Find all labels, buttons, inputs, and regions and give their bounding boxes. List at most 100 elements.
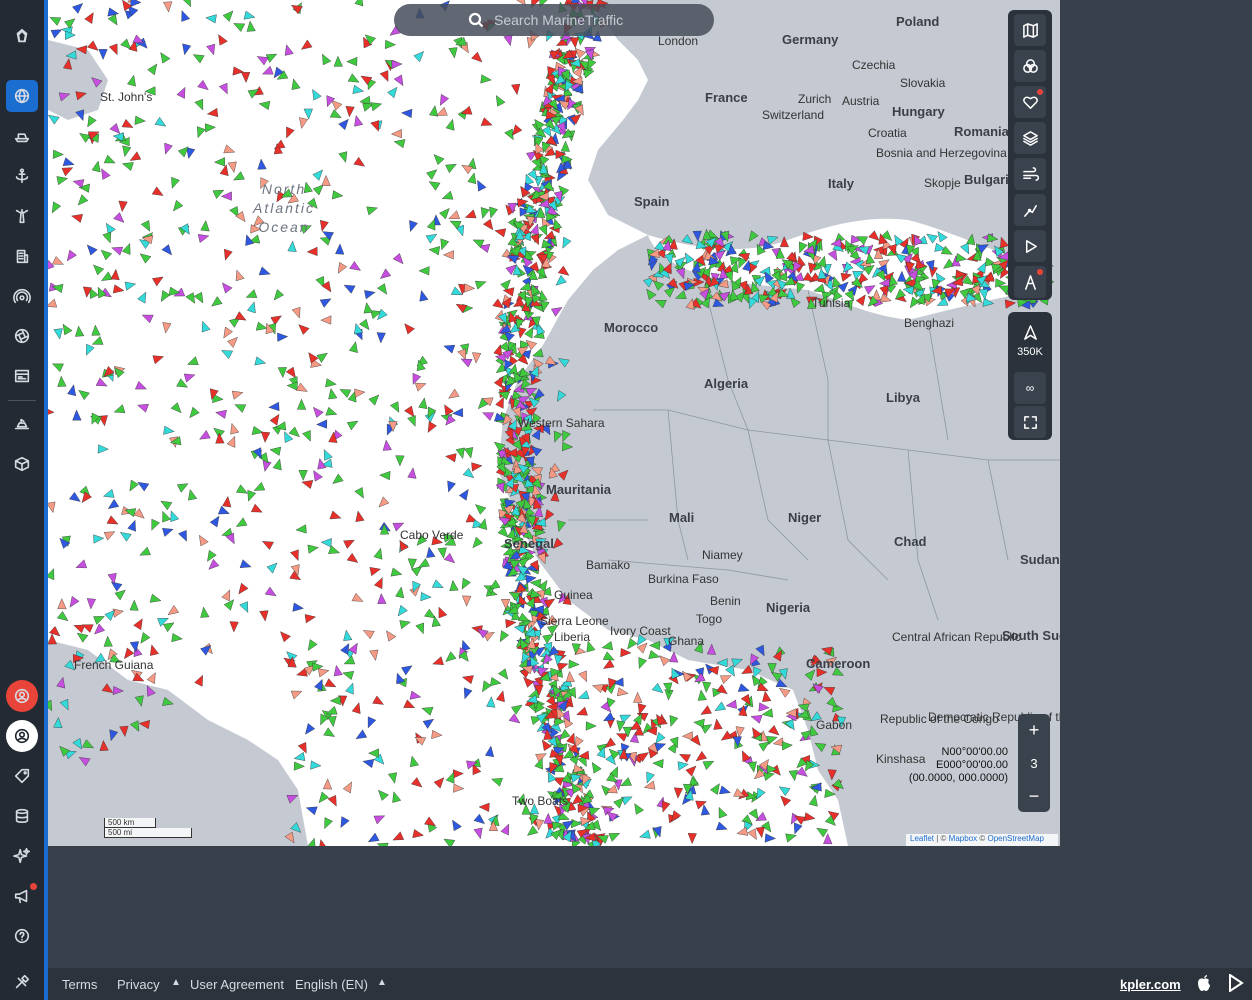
footer: Terms Privacy ▲ User Agreement English (… <box>48 968 1252 1000</box>
map-label-hungary: Hungary <box>892 104 945 119</box>
coord-decimal: (00.0000, 000.0000) <box>908 772 1008 784</box>
map-label-switzerland: Switzerland <box>762 108 825 122</box>
chevron-up-icon[interactable]: ▲ <box>377 977 387 988</box>
logo-icon[interactable] <box>6 20 38 52</box>
aperture-icon[interactable] <box>6 320 38 352</box>
privacy-link[interactable]: Privacy <box>117 977 160 992</box>
notification-dot <box>30 883 37 890</box>
map-label-chad: Chad <box>894 534 927 549</box>
account-icon[interactable] <box>6 720 38 752</box>
tag-icon[interactable] <box>6 760 38 792</box>
map-label-ivory-coast: Ivory Coast <box>610 624 671 638</box>
weather-button[interactable] <box>1014 158 1046 190</box>
measure-button[interactable] <box>1014 194 1046 226</box>
map-controls-panel <box>1008 10 1052 300</box>
map-label-croatia: Croatia <box>868 126 907 140</box>
coord-lat: N00°00'00.00 <box>941 746 1008 758</box>
vessel-arrow-icon <box>1023 324 1037 340</box>
map-label-cameroon: Cameroon <box>806 656 871 671</box>
layers-button[interactable] <box>1014 122 1046 154</box>
layers-icon <box>1022 130 1038 146</box>
box-icon[interactable] <box>6 448 38 480</box>
chevron-up-icon[interactable]: ▲ <box>171 977 181 988</box>
ocean-label: North Atlantic Ocean <box>253 181 315 235</box>
map-label-niamey: Niamey <box>702 548 743 562</box>
map-label-liberia: Liberia <box>554 630 591 644</box>
map-label-libya: Libya <box>886 390 920 405</box>
map-attribution: Leaflet | © Mapbox © OpenStreetMap <box>906 834 1058 846</box>
map-label-italy: Italy <box>828 176 855 191</box>
map-icon <box>1022 22 1038 38</box>
map-label-slovakia: Slovakia <box>900 76 946 90</box>
map-label-tunisia: Tunisia <box>812 296 851 310</box>
zoom-out-button[interactable]: − <box>1018 780 1050 812</box>
map-label-mauritania: Mauritania <box>546 482 612 497</box>
scale-mi: 500 mi <box>104 828 192 838</box>
map-label-ghana: Ghana <box>668 634 705 648</box>
map-label-st-john-s: St. John's <box>100 90 153 104</box>
database-icon[interactable] <box>6 800 38 832</box>
kpler-link[interactable]: kpler.com <box>1120 977 1181 992</box>
map-label-south-sudan: South Sudan <box>1002 628 1060 643</box>
favorites-button[interactable] <box>1014 86 1046 118</box>
fullscreen-button[interactable] <box>1014 406 1046 438</box>
map-label-skopje: Skopje <box>924 176 961 190</box>
heart-icon <box>1022 96 1038 109</box>
ship-icon[interactable] <box>6 408 38 440</box>
vessel-icon[interactable] <box>6 120 38 152</box>
leaflet-link[interactable]: Leaflet <box>910 834 934 843</box>
map-label-germany: Germany <box>782 32 839 47</box>
lock-badge <box>1037 89 1043 95</box>
zoom-in-button[interactable]: + <box>1018 714 1050 746</box>
map-label-bamako: Bamako <box>586 558 631 572</box>
vessel-controls-panel: ∞ <box>1008 312 1052 440</box>
map-label-austria: Austria <box>842 94 880 108</box>
map-label-guinea: Guinea <box>554 588 593 602</box>
language-selector[interactable]: English (EN) <box>295 977 368 992</box>
map-canvas[interactable]: North Atlantic Ocean Poland Germany Czechia S… <box>48 0 1060 846</box>
tools-icon[interactable] <box>6 966 38 998</box>
coord-lon: E000°00'00.00 <box>936 759 1008 771</box>
account-alert-icon[interactable] <box>6 680 38 712</box>
filter-circles-icon <box>1022 58 1038 73</box>
map-label-algeria: Algeria <box>704 376 749 391</box>
map-label-mali: Mali <box>669 510 695 525</box>
vessel-count-button[interactable] <box>1014 316 1046 348</box>
news-icon[interactable] <box>6 360 38 392</box>
map-label-benghazi: Benghazi <box>904 316 955 330</box>
anchor-icon[interactable] <box>6 160 38 192</box>
map-label-republic-of-the-congo: Republic of the Congo <box>880 712 999 726</box>
map-label-sierra-leone: Sierra Leone <box>540 614 609 628</box>
scale-bar: 500 km 500 mi <box>104 818 192 840</box>
zoom-control: + 3 − <box>1018 714 1050 812</box>
google-play-icon[interactable] <box>1228 973 1244 995</box>
help-icon[interactable] <box>6 920 38 952</box>
map-label-gabon: Gabon <box>816 718 853 732</box>
map-label-sudan: Sudan <box>1020 552 1060 567</box>
filters-button[interactable] <box>1014 50 1046 82</box>
mapbox-link[interactable]: Mapbox <box>949 834 977 843</box>
map-label-togo: Togo <box>696 612 723 626</box>
search-placeholder[interactable]: Search MarineTraffic <box>494 12 623 28</box>
map-label-nigeria: Nigeria <box>766 600 811 615</box>
radar-icon[interactable] <box>6 280 38 312</box>
map-label-romania: Romania <box>954 124 1009 139</box>
globe-icon[interactable] <box>6 80 38 112</box>
apple-icon[interactable] <box>1196 974 1212 995</box>
map-label-western-sahara: Western Sahara <box>518 416 605 430</box>
infinite-button[interactable]: ∞ <box>1014 372 1046 404</box>
building-icon[interactable] <box>6 240 38 272</box>
user-agreement-link[interactable]: User Agreement <box>190 977 284 992</box>
map-label-two-boats: Two Boats <box>512 794 569 808</box>
lighthouse-icon[interactable] <box>6 200 38 232</box>
wind-icon <box>1022 166 1039 181</box>
playback-button[interactable] <box>1014 230 1046 262</box>
sparkle-icon[interactable] <box>6 840 38 872</box>
terms-link[interactable]: Terms <box>62 977 97 992</box>
coordinate-readout: N00°00'00.00 E000°00'00.00 (00.0000, 000… <box>900 746 1008 785</box>
route-button[interactable] <box>1014 266 1046 298</box>
map-label-spain: Spain <box>634 194 670 209</box>
osm-link[interactable]: OpenStreetMap <box>987 834 1043 843</box>
search-bar[interactable]: Search MarineTraffic <box>394 4 714 36</box>
map-style-button[interactable] <box>1014 14 1046 46</box>
